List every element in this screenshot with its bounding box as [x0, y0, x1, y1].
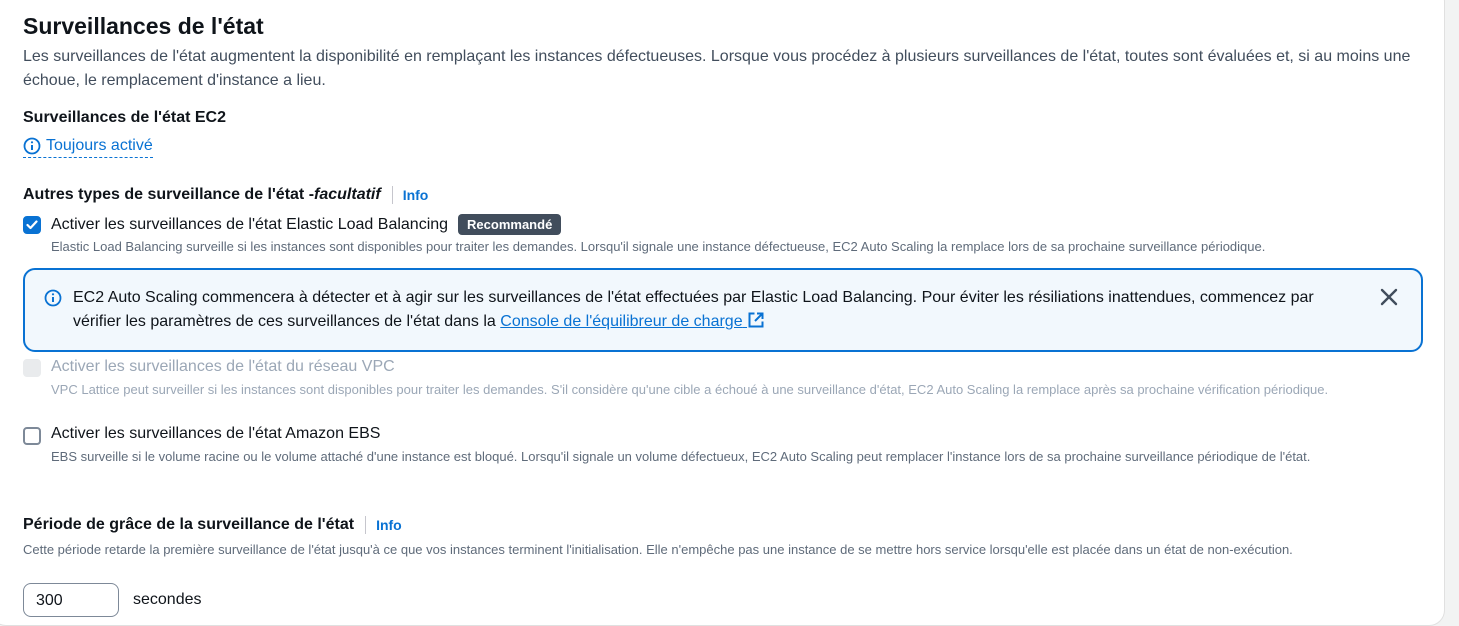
optional-label: facultatif	[314, 186, 381, 203]
grace-period-header: Période de grâce de la surveillance de l…	[23, 516, 402, 534]
ebs-option-label[interactable]: Activer les surveillances de l'état Amaz…	[51, 425, 380, 443]
grace-period-info-link[interactable]: Info	[376, 517, 402, 533]
load-balancer-console-link-text: Console de l'équilibreur de charge	[500, 313, 743, 330]
divider	[365, 516, 367, 534]
elb-option-description: Elastic Load Balancing surveille si les …	[51, 239, 1266, 254]
elb-option-row: Activer les surveillances de l'état Elas…	[51, 214, 562, 235]
ebs-option-description: EBS surveille si le volume racine ou le …	[51, 449, 1311, 464]
other-types-heading: Autres types de surveillance de l'état -	[23, 186, 315, 203]
checkmark-icon	[26, 220, 38, 230]
recommended-badge: Recommandé	[458, 214, 562, 235]
alert-close-button[interactable]	[1379, 287, 1399, 307]
other-types-header: Autres types de surveillance de l'état -…	[23, 186, 428, 204]
always-on-popover-trigger[interactable]: Toujours activé	[23, 137, 153, 158]
close-icon	[1380, 288, 1398, 306]
grace-period-heading: Période de grâce de la surveillance de l…	[23, 516, 355, 533]
vpc-option-description: VPC Lattice peut surveiller si les insta…	[51, 382, 1329, 397]
ec2-heading: Surveillances de l'état EC2	[23, 109, 227, 126]
always-on-label: Toujours activé	[46, 137, 153, 154]
alert-info-icon	[44, 289, 62, 312]
info-circle-icon	[23, 137, 41, 155]
external-link-icon	[748, 312, 764, 328]
elb-option-label[interactable]: Activer les surveillances de l'état Elas…	[51, 216, 448, 234]
load-balancer-console-link[interactable]: Console de l'équilibreur de charge	[500, 312, 765, 330]
elb-health-check-checkbox[interactable]	[23, 216, 41, 234]
info-link[interactable]: Info	[403, 187, 429, 203]
divider	[391, 186, 393, 204]
ebs-health-check-checkbox[interactable]	[23, 427, 41, 445]
vpc-option-label[interactable]: Activer les surveillances de l'état du r…	[51, 358, 395, 376]
info-alert: EC2 Auto Scaling commencera à détecter e…	[23, 268, 1423, 352]
grace-period-description: Cette période retarde la première survei…	[23, 542, 1293, 557]
section-description: Les surveillances de l'état augmentent l…	[23, 48, 1411, 89]
grace-period-input[interactable]: 300	[23, 583, 119, 617]
section-title: Surveillances de l'état	[23, 13, 264, 39]
grace-period-unit: secondes	[133, 591, 202, 608]
vpc-health-check-checkbox[interactable]	[23, 359, 41, 377]
alert-message: EC2 Auto Scaling commencera à détecter e…	[73, 286, 1333, 334]
